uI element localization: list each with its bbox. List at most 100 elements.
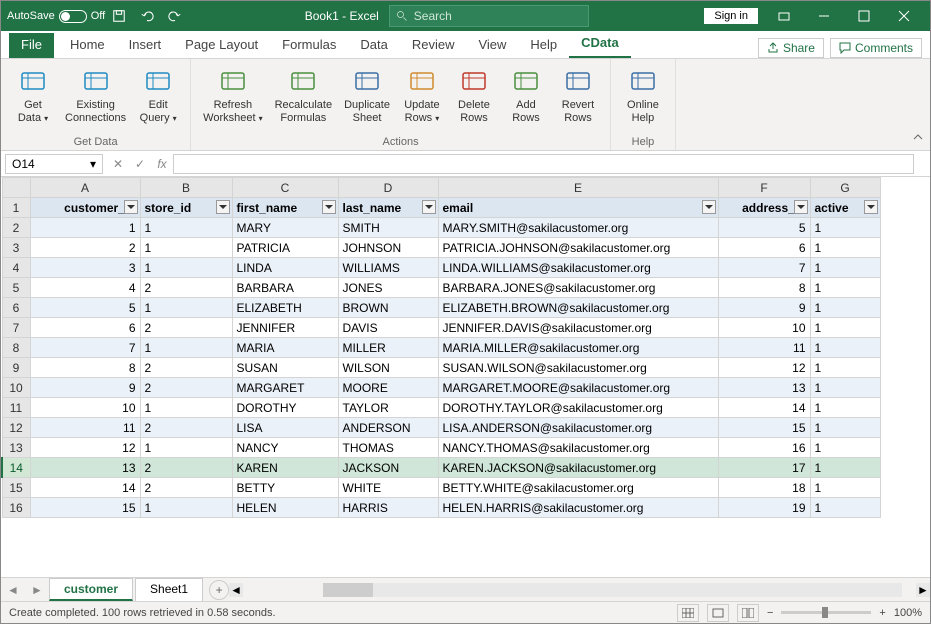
page-break-view-icon[interactable] xyxy=(737,604,759,622)
cell[interactable]: 13 xyxy=(30,458,140,478)
revert-rows-button[interactable]: RevertRows xyxy=(554,63,602,134)
zoom-in-button[interactable]: + xyxy=(879,607,885,619)
row-header[interactable]: 9 xyxy=(2,358,30,378)
column-header[interactable]: A xyxy=(30,178,140,198)
cell[interactable]: TAYLOR xyxy=(338,398,438,418)
cell[interactable]: 12 xyxy=(718,358,810,378)
cell[interactable]: DOROTHY.TAYLOR@sakilacustomer.org xyxy=(438,398,718,418)
cell[interactable]: MILLER xyxy=(338,338,438,358)
cell[interactable]: 7 xyxy=(30,338,140,358)
cell[interactable]: 1 xyxy=(810,498,880,518)
cell[interactable]: 2 xyxy=(140,378,232,398)
cell[interactable]: JENNIFER xyxy=(232,318,338,338)
cell[interactable]: MARIA xyxy=(232,338,338,358)
row-header[interactable]: 7 xyxy=(2,318,30,338)
cell[interactable]: 6 xyxy=(30,318,140,338)
cell[interactable]: JENNIFER.DAVIS@sakilacustomer.org xyxy=(438,318,718,338)
cell[interactable]: MARY xyxy=(232,218,338,238)
add-rows-button[interactable]: AddRows xyxy=(502,63,550,134)
cell[interactable]: 6 xyxy=(718,238,810,258)
sheet-tab[interactable]: Sheet1 xyxy=(135,578,203,601)
cell[interactable]: NANCY xyxy=(232,438,338,458)
collapse-ribbon-icon[interactable] xyxy=(912,131,924,146)
cell[interactable]: 1 xyxy=(810,358,880,378)
cell[interactable]: 15 xyxy=(30,498,140,518)
add-sheet-button[interactable]: + xyxy=(209,580,229,600)
page-layout-view-icon[interactable] xyxy=(707,604,729,622)
cell[interactable]: 2 xyxy=(30,238,140,258)
existing-connections-button[interactable]: ExistingConnections xyxy=(61,63,130,134)
tab-file[interactable]: File xyxy=(9,33,54,58)
cell[interactable]: 10 xyxy=(718,318,810,338)
cell[interactable]: LISA xyxy=(232,418,338,438)
row-header[interactable]: 1 xyxy=(2,198,30,218)
cell[interactable]: 2 xyxy=(140,358,232,378)
hscroll-right-icon[interactable]: ► xyxy=(916,583,930,597)
cell[interactable]: MARGARET xyxy=(232,378,338,398)
cell[interactable]: KAREN xyxy=(232,458,338,478)
cell[interactable]: 1 xyxy=(810,238,880,258)
get-data-button[interactable]: GetData ▾ xyxy=(9,63,57,134)
update-rows-button[interactable]: UpdateRows ▾ xyxy=(398,63,446,134)
tab-data[interactable]: Data xyxy=(348,33,399,58)
cell[interactable]: 18 xyxy=(718,478,810,498)
cell[interactable]: BETTY xyxy=(232,478,338,498)
cell[interactable]: 1 xyxy=(810,438,880,458)
cell[interactable]: 1 xyxy=(810,278,880,298)
delete-rows-button[interactable]: DeleteRows xyxy=(450,63,498,134)
cell[interactable]: JONES xyxy=(338,278,438,298)
zoom-slider[interactable] xyxy=(781,611,871,614)
row-header[interactable]: 13 xyxy=(2,438,30,458)
cell[interactable]: PATRICIA xyxy=(232,238,338,258)
cell[interactable]: 1 xyxy=(810,478,880,498)
cell[interactable]: 10 xyxy=(30,398,140,418)
cell[interactable]: 2 xyxy=(140,478,232,498)
cell[interactable]: 13 xyxy=(718,378,810,398)
enter-formula-icon[interactable]: ✓ xyxy=(129,154,151,174)
cell[interactable]: 1 xyxy=(810,458,880,478)
formula-input[interactable] xyxy=(173,154,914,174)
cell[interactable]: WILSON xyxy=(338,358,438,378)
cell[interactable]: 12 xyxy=(30,438,140,458)
cell[interactable]: JOHNSON xyxy=(338,238,438,258)
row-header[interactable]: 6 xyxy=(2,298,30,318)
cell[interactable]: LINDA.WILLIAMS@sakilacustomer.org xyxy=(438,258,718,278)
cell[interactable]: BETTY.WHITE@sakilacustomer.org xyxy=(438,478,718,498)
recalculate-formulas-button[interactable]: RecalculateFormulas xyxy=(271,63,336,134)
cell[interactable]: 5 xyxy=(718,218,810,238)
cell[interactable]: 2 xyxy=(140,458,232,478)
cell[interactable]: HELEN.HARRIS@sakilacustomer.org xyxy=(438,498,718,518)
cell[interactable]: PATRICIA.JOHNSON@sakilacustomer.org xyxy=(438,238,718,258)
cell[interactable]: NANCY.THOMAS@sakilacustomer.org xyxy=(438,438,718,458)
cell[interactable]: 1 xyxy=(810,338,880,358)
cell[interactable]: 1 xyxy=(30,218,140,238)
row-header[interactable]: 14 xyxy=(2,458,30,478)
row-header[interactable]: 8 xyxy=(2,338,30,358)
cell[interactable]: 1 xyxy=(810,398,880,418)
cell[interactable]: 9 xyxy=(718,298,810,318)
cell[interactable]: BARBARA xyxy=(232,278,338,298)
cell[interactable]: MARY.SMITH@sakilacustomer.org xyxy=(438,218,718,238)
cell[interactable]: 1 xyxy=(140,398,232,418)
share-button[interactable]: Share xyxy=(758,38,824,58)
cell[interactable]: 8 xyxy=(718,278,810,298)
row-header[interactable]: 15 xyxy=(2,478,30,498)
row-header[interactable]: 5 xyxy=(2,278,30,298)
filter-header[interactable]: active xyxy=(810,198,880,218)
cell[interactable]: WHITE xyxy=(338,478,438,498)
cell[interactable]: 1 xyxy=(140,298,232,318)
cell[interactable]: BROWN xyxy=(338,298,438,318)
spreadsheet[interactable]: ABCDEFG1customer_idstore_idfirst_namelas… xyxy=(1,177,930,518)
cell[interactable]: 1 xyxy=(810,318,880,338)
column-header[interactable]: B xyxy=(140,178,232,198)
cell[interactable]: MARGARET.MOORE@sakilacustomer.org xyxy=(438,378,718,398)
fx-icon[interactable]: fx xyxy=(151,154,173,174)
zoom-out-button[interactable]: − xyxy=(767,607,773,619)
cell[interactable]: HELEN xyxy=(232,498,338,518)
cell[interactable]: 15 xyxy=(718,418,810,438)
filter-dropdown-icon[interactable] xyxy=(702,200,716,214)
sheet-nav-prev-icon[interactable]: ◄ xyxy=(3,580,23,600)
tab-review[interactable]: Review xyxy=(400,33,467,58)
filter-header[interactable]: customer_id xyxy=(30,198,140,218)
filter-header[interactable]: store_id xyxy=(140,198,232,218)
